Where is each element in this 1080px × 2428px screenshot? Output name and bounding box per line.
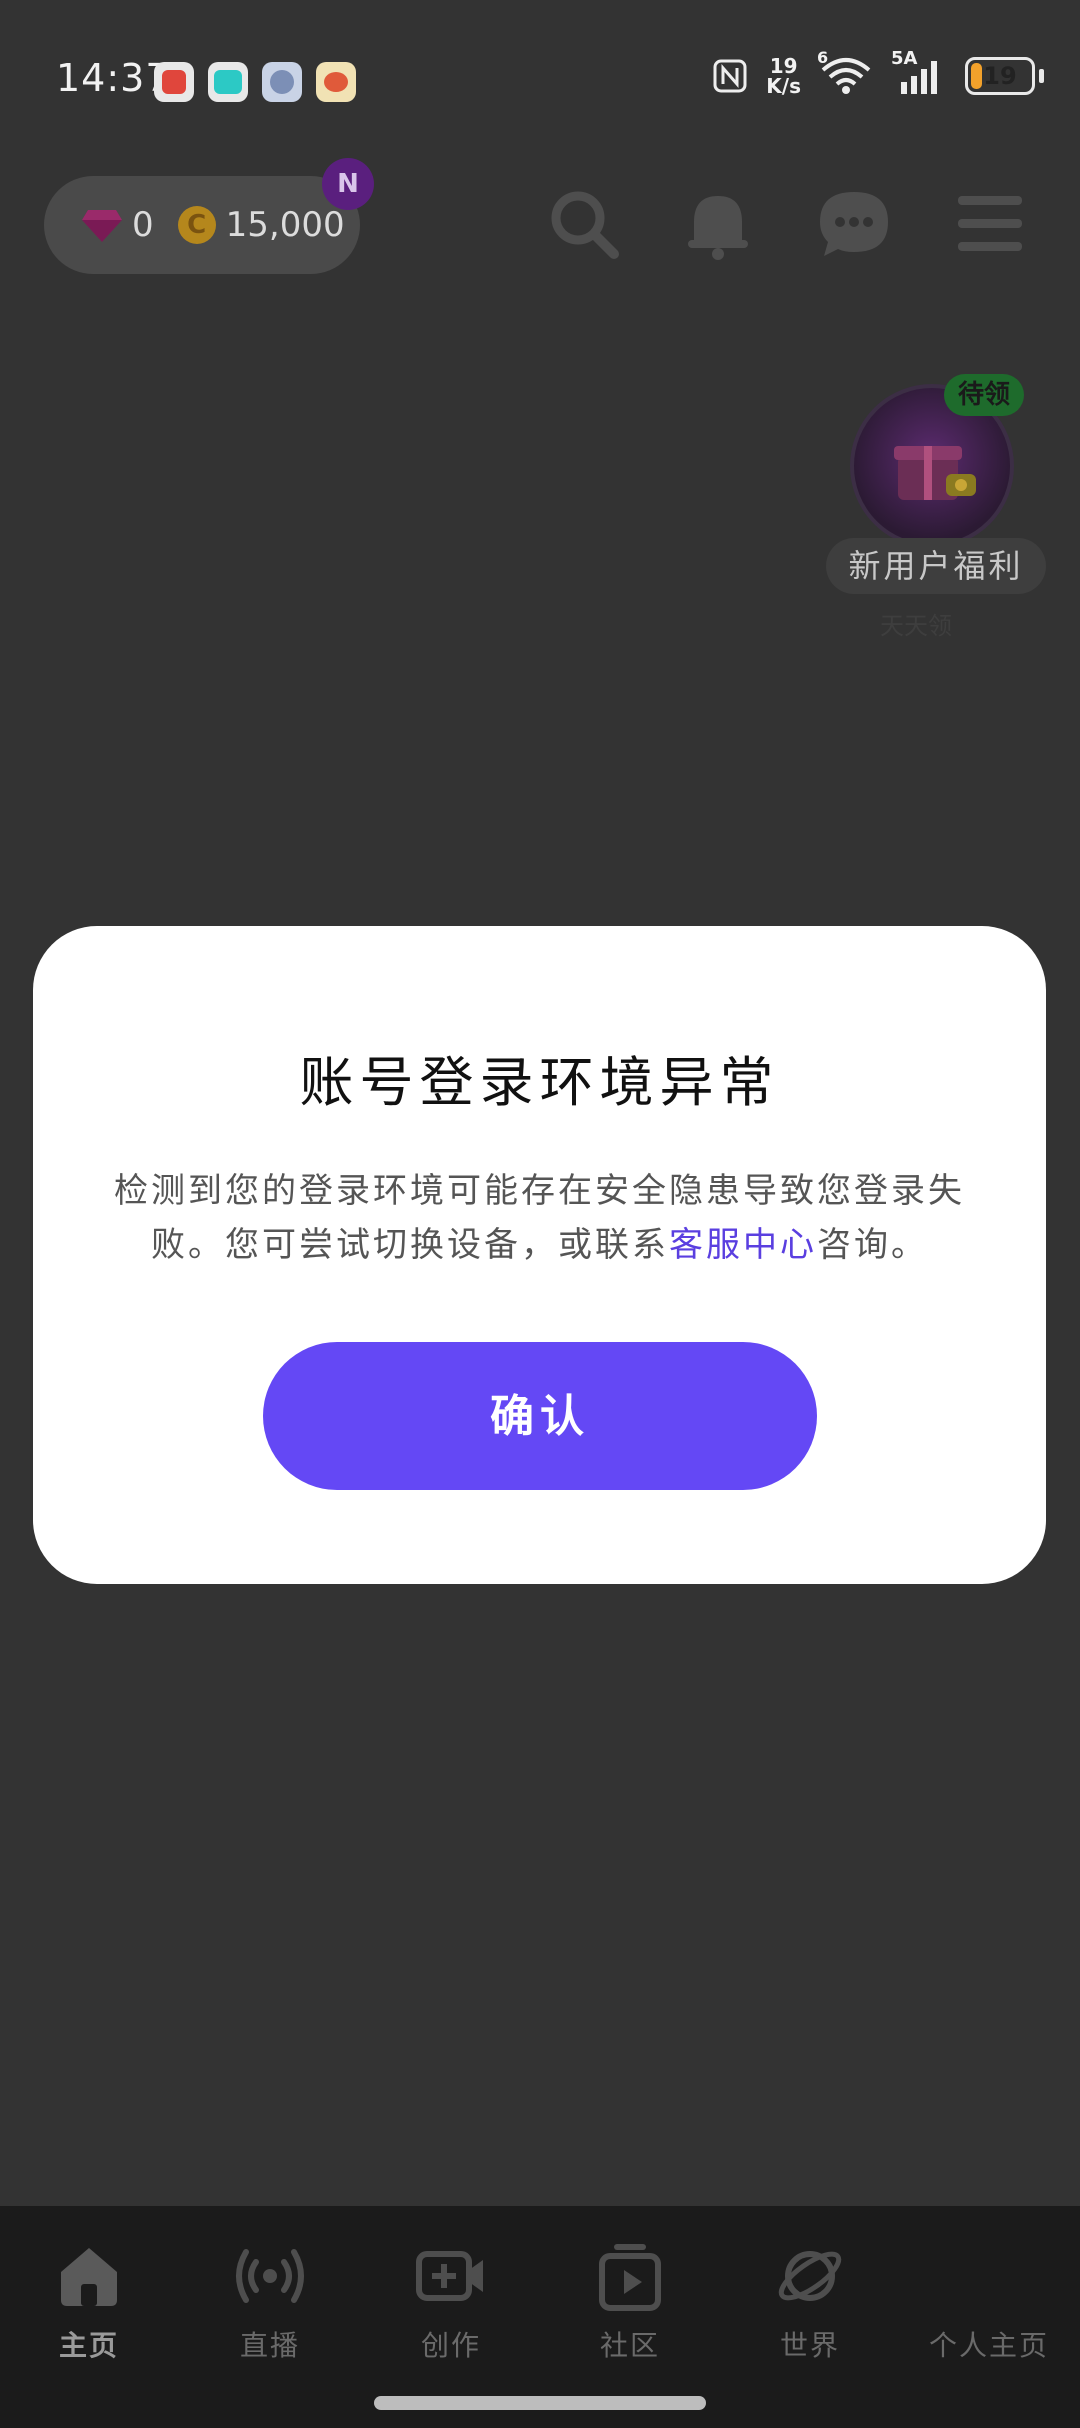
dialog-message-suffix: 咨询。 [817,1225,928,1265]
nav-live-label: 直播 [239,2329,300,2362]
community-icon [599,2244,661,2311]
gift-box-icon [894,446,976,500]
battery-level: 19 [983,62,1017,90]
home-indicator[interactable] [374,2396,706,2410]
battery-cap [1039,69,1044,83]
search-icon[interactable] [546,186,622,262]
confirm-button[interactable]: 确认 [263,1342,817,1490]
signal-icon: 5A [891,48,947,96]
wifi-label: 6 [817,48,829,67]
welfare-tag: 待领 [944,374,1024,416]
net-speed-unit: K/s [766,74,801,98]
dialog-message: 检测到您的登录环境可能存在安全隐患导致您登录失败。您可尝试切换设备，或联系客服中… [109,1164,970,1272]
weibo-app-icon [316,62,356,102]
nav-home[interactable]: 主页 [14,2240,164,2364]
taptap-app-icon [208,62,248,102]
broadcast-icon [236,2249,304,2303]
net-speed: 19 K/s [766,56,801,96]
nav-world-label: 世界 [779,2329,840,2362]
signal-label: 5A [891,48,918,69]
battery-indicator: 19 [965,57,1035,95]
bottom-nav: 主页 直播 创作 社区 世界 个人主页 [0,2206,1080,2428]
nav-community-label: 社区 [599,2329,660,2362]
nfc-icon [713,59,747,93]
bell-icon[interactable] [680,186,756,262]
status-indicators: 19 K/s 6 5A 19 [712,48,1044,96]
customer-service-link[interactable]: 客服中心 [669,1225,817,1265]
nav-profile-label: 个人主页 [928,2329,1049,2362]
coin-icon: C [177,206,216,244]
diamond-icon [82,210,122,242]
nav-live[interactable]: 直播 [195,2240,345,2364]
dialog-title: 账号登录环境异常 [299,1051,780,1114]
video-app-icon [154,62,194,102]
video-add-icon [416,2251,483,2301]
planet-icon [778,2251,842,2301]
game-app-icon [262,62,302,102]
nav-community[interactable]: 社区 [555,2240,705,2364]
welfare-label[interactable]: 新用户福利 [826,538,1046,594]
nav-create-label: 创作 [420,2329,481,2362]
nav-create[interactable]: 创作 [376,2240,526,2364]
net-speed-value: 19 [769,54,798,78]
nav-profile[interactable]: 个人主页 [914,2240,1064,2364]
wifi-icon: 6 [817,48,873,96]
nav-home-label: 主页 [58,2329,119,2362]
nav-world[interactable]: 世界 [735,2240,885,2364]
new-badge: N [322,158,374,210]
currency-pill[interactable]: 0 C 15,000 [44,176,360,274]
gem-count: 0 [132,205,154,245]
welfare-sub: 天天领 [880,612,952,640]
profile-icon [953,2240,1025,2312]
login-alert-dialog: 账号登录环境异常 检测到您的登录环境可能存在安全隐患导致您登录失败。您可尝试切换… [33,926,1046,1584]
menu-icon[interactable] [952,186,1028,262]
chat-icon[interactable] [816,186,892,262]
home-icon [61,2248,117,2306]
coin-count: 15,000 [225,205,345,245]
